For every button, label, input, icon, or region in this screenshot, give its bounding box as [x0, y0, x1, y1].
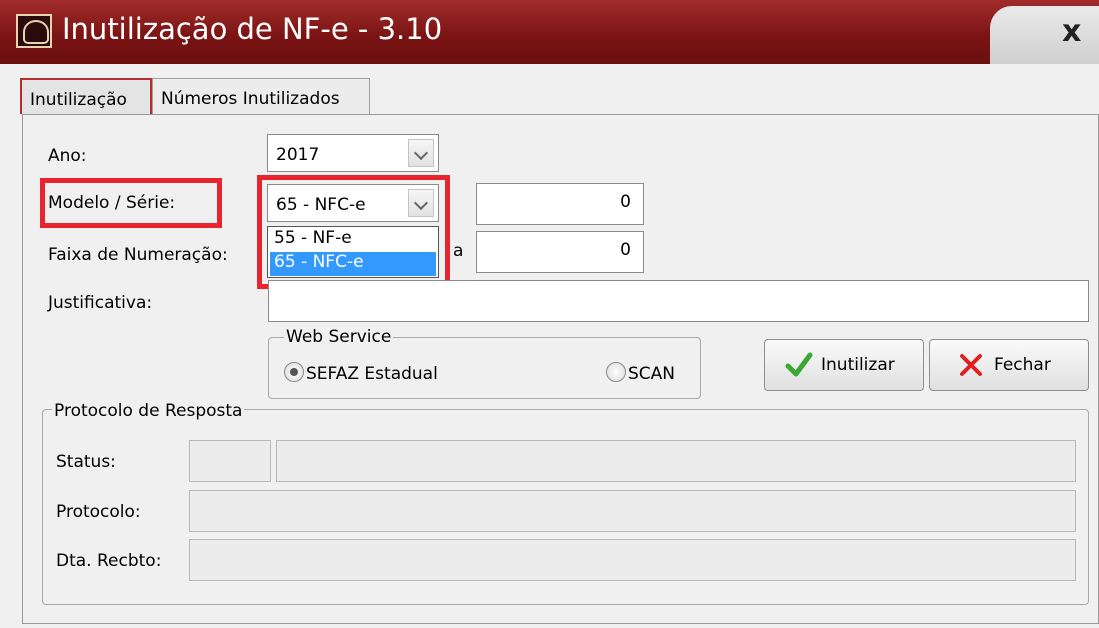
serie-input[interactable]: 0	[476, 183, 644, 225]
tab-inutilizacao[interactable]: Inutilização	[20, 78, 152, 114]
protocolo-label: Protocolo:	[56, 502, 141, 522]
justificativa-input[interactable]	[268, 280, 1089, 322]
title-bar-controls	[990, 6, 1099, 64]
fechar-button[interactable]: Fechar	[929, 339, 1089, 391]
window-title: Inutilização de NF-e - 3.10	[62, 12, 443, 46]
ano-value: 2017	[276, 145, 320, 165]
title-bar[interactable]: Inutilização de NF-e - 3.10 x	[0, 0, 1099, 64]
web-service-legend: Web Service	[284, 327, 394, 347]
ano-label: Ano:	[48, 146, 87, 166]
highlight-modelo-combobox	[257, 175, 450, 289]
status-code-field[interactable]	[189, 440, 271, 482]
dialog-window: Inutilização de NF-e - 3.10 x Inutilizaç…	[0, 0, 1099, 628]
serie-value: 0	[620, 192, 631, 212]
protocolo-field[interactable]	[189, 490, 1076, 532]
close-icon	[958, 352, 984, 383]
highlight-modelo-label	[40, 178, 222, 228]
fechar-button-label: Fechar	[994, 355, 1051, 375]
tab-numeros-inutilizados[interactable]: Números Inutilizados	[152, 78, 370, 114]
faixa-fim-input[interactable]: 0	[476, 231, 644, 273]
status-label: Status:	[56, 452, 116, 472]
dta-recbto-field[interactable]	[189, 539, 1076, 581]
app-logo-icon	[16, 14, 52, 48]
faixa-separator-label: a	[453, 241, 464, 261]
tab-numeros-inutilizados-label: Números Inutilizados	[161, 89, 340, 109]
inutilizar-button-label: Inutilizar	[821, 355, 895, 375]
radio-scan-label[interactable]: SCAN	[628, 364, 675, 384]
status-message-field[interactable]	[276, 440, 1076, 482]
tab-inutilizacao-label: Inutilização	[30, 90, 127, 110]
radio-sefaz-estadual[interactable]	[284, 362, 304, 382]
faixa-numeracao-label: Faixa de Numeração:	[48, 245, 228, 265]
dta-recbto-label: Dta. Recbto:	[56, 551, 162, 571]
justificativa-label: Justificativa:	[48, 293, 153, 313]
close-window-button[interactable]: x	[1062, 14, 1081, 49]
radio-scan[interactable]	[606, 362, 626, 382]
ano-combobox[interactable]: 2017	[267, 134, 439, 172]
radio-sefaz-estadual-label[interactable]: SEFAZ Estadual	[306, 364, 438, 384]
inutilizar-button[interactable]: Inutilizar	[764, 339, 924, 391]
check-icon	[785, 352, 813, 383]
protocolo-resposta-legend: Protocolo de Resposta	[52, 401, 245, 421]
faixa-fim-value: 0	[620, 240, 631, 260]
ano-dropdown-arrow-icon[interactable]	[408, 139, 434, 167]
